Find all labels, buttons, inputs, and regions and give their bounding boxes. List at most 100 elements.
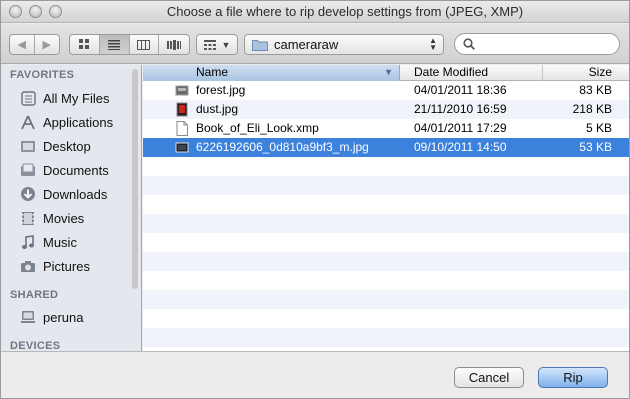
file-date: 21/11/2010 16:59 <box>414 102 507 116</box>
jpeg-file-icon <box>176 102 188 117</box>
sidebar-item-label: Movies <box>43 210 85 226</box>
downloads-icon <box>19 185 37 203</box>
sidebar-item-label: Desktop <box>43 138 91 154</box>
sidebar-item-applications[interactable]: Applications <box>1 110 129 134</box>
file-row[interactable]: forest.jpg 04/01/2011 18:36 83 KB <box>143 81 629 100</box>
sidebar-item-label: Music <box>43 234 77 250</box>
file-row[interactable]: Book_of_Eli_Look.xmp 04/01/2011 17:29 5 … <box>143 119 629 138</box>
file-date: 04/01/2011 18:36 <box>414 83 507 97</box>
name-column-label: Name <box>196 65 229 79</box>
title-bar: Choose a file where to rip develop setti… <box>1 1 629 23</box>
sort-descending-icon: ▼ <box>384 67 393 77</box>
document-file-icon <box>176 121 188 136</box>
devices-heading: DEVICES <box>10 340 61 351</box>
icon-view-button[interactable] <box>70 35 100 54</box>
updown-arrows-icon: ▲ ▼ <box>429 36 437 52</box>
sidebar-item-music[interactable]: Music <box>1 230 129 254</box>
music-icon <box>19 233 37 251</box>
arrange-grid-icon <box>203 39 216 50</box>
list-icon <box>108 39 121 50</box>
sidebar-scrollbar[interactable] <box>130 67 139 349</box>
coverflow-view-button[interactable] <box>159 35 189 54</box>
column-view-button[interactable] <box>130 35 160 54</box>
location-popup[interactable]: cameraraw ▲ ▼ <box>244 34 444 55</box>
coverflow-icon <box>167 39 182 50</box>
sidebar-item-peruna[interactable]: peruna <box>1 305 129 329</box>
chevron-left-icon: ◀ <box>17 39 26 51</box>
window-title: Choose a file where to rip develop setti… <box>166 4 524 19</box>
date-column-label: Date Modified <box>414 65 489 79</box>
file-date: 04/01/2011 17:29 <box>414 121 507 135</box>
sidebar-item-movies[interactable]: Movies <box>1 206 129 230</box>
empty-row <box>143 252 629 271</box>
empty-row <box>143 328 629 347</box>
sidebar-item-label: All My Files <box>43 90 110 106</box>
sidebar-item-all-my-files[interactable]: All My Files <box>1 86 129 110</box>
size-column-header[interactable]: Size <box>543 65 629 81</box>
sidebar: FAVORITES All My Files Applications Desk… <box>1 65 142 351</box>
rip-button[interactable]: Rip <box>538 367 608 388</box>
empty-row <box>143 176 629 195</box>
view-mode-segment <box>69 34 190 55</box>
jpeg-file-icon <box>175 85 189 96</box>
jpeg-file-icon <box>175 142 189 153</box>
button-bar: Cancel Rip <box>1 351 629 398</box>
back-button[interactable]: ◀ <box>10 35 35 54</box>
zoom-window-button[interactable] <box>49 5 62 18</box>
sidebar-item-label: Applications <box>43 114 114 130</box>
cancel-button[interactable]: Cancel <box>454 367 524 388</box>
sidebar-item-documents[interactable]: Documents <box>1 158 129 182</box>
sidebar-item-desktop[interactable]: Desktop <box>1 134 129 158</box>
file-name: Book_of_Eli_Look.xmp <box>196 121 319 135</box>
arrange-menu-button[interactable]: ▼ <box>196 34 238 55</box>
search-icon <box>463 38 475 50</box>
search-input[interactable] <box>480 37 610 51</box>
chevron-down-icon: ▼ <box>221 39 231 50</box>
sidebar-item-label: Documents <box>43 162 109 178</box>
date-column-header[interactable]: Date Modified <box>400 65 543 81</box>
file-chooser-dialog: Choose a file where to rip develop setti… <box>0 0 630 399</box>
sidebar-item-pictures[interactable]: Pictures <box>1 254 129 278</box>
folder-icon <box>252 39 268 51</box>
file-row-selected[interactable]: 6226192606_0d810a9bf3_m.jpg 09/10/2011 1… <box>143 138 629 157</box>
all-files-icon <box>19 89 37 107</box>
close-window-button[interactable] <box>9 5 22 18</box>
documents-icon <box>19 161 37 179</box>
pictures-icon <box>19 257 37 275</box>
file-size: 53 KB <box>579 140 612 154</box>
file-size: 218 KB <box>572 102 612 116</box>
file-date: 09/10/2011 14:50 <box>414 140 507 154</box>
desktop-icon <box>19 137 37 155</box>
shared-heading: SHARED <box>10 289 59 301</box>
chevron-right-icon: ▶ <box>42 39 51 51</box>
icon-grid-icon <box>78 39 89 49</box>
sidebar-item-downloads[interactable]: Downloads <box>1 182 129 206</box>
movies-icon <box>19 209 37 227</box>
minimize-window-button[interactable] <box>29 5 42 18</box>
file-name: 6226192606_0d810a9bf3_m.jpg <box>196 140 369 154</box>
file-row[interactable]: dust.jpg 21/11/2010 16:59 218 KB <box>143 100 629 119</box>
sidebar-item-label: Pictures <box>43 258 90 274</box>
computer-icon <box>19 308 37 326</box>
location-label: cameraraw <box>274 37 339 52</box>
sidebar-scroll-thumb[interactable] <box>132 69 138 289</box>
file-size: 83 KB <box>579 83 612 97</box>
empty-row <box>143 290 629 309</box>
name-column-header[interactable]: Name ▼ <box>143 65 400 81</box>
list-view-button[interactable] <box>99 35 130 54</box>
file-list: Name ▼ Date Modified Size forest.jpg 04/… <box>143 65 629 351</box>
file-name: dust.jpg <box>196 102 239 116</box>
sidebar-item-label: peruna <box>43 309 84 325</box>
toolbar: ◀ ▶ ▼ cameraraw ▲ ▼ <box>1 24 629 64</box>
file-name: forest.jpg <box>196 83 246 97</box>
columns-icon <box>137 39 151 50</box>
forward-button[interactable]: ▶ <box>35 35 59 54</box>
empty-row <box>143 214 629 233</box>
column-header: Name ▼ Date Modified Size <box>143 65 629 81</box>
size-column-label: Size <box>588 65 612 79</box>
search-field[interactable] <box>454 33 620 55</box>
sidebar-item-label: Downloads <box>43 186 108 202</box>
navigation-segment: ◀ ▶ <box>9 34 60 55</box>
file-size: 5 KB <box>585 121 612 135</box>
applications-icon <box>19 113 37 131</box>
